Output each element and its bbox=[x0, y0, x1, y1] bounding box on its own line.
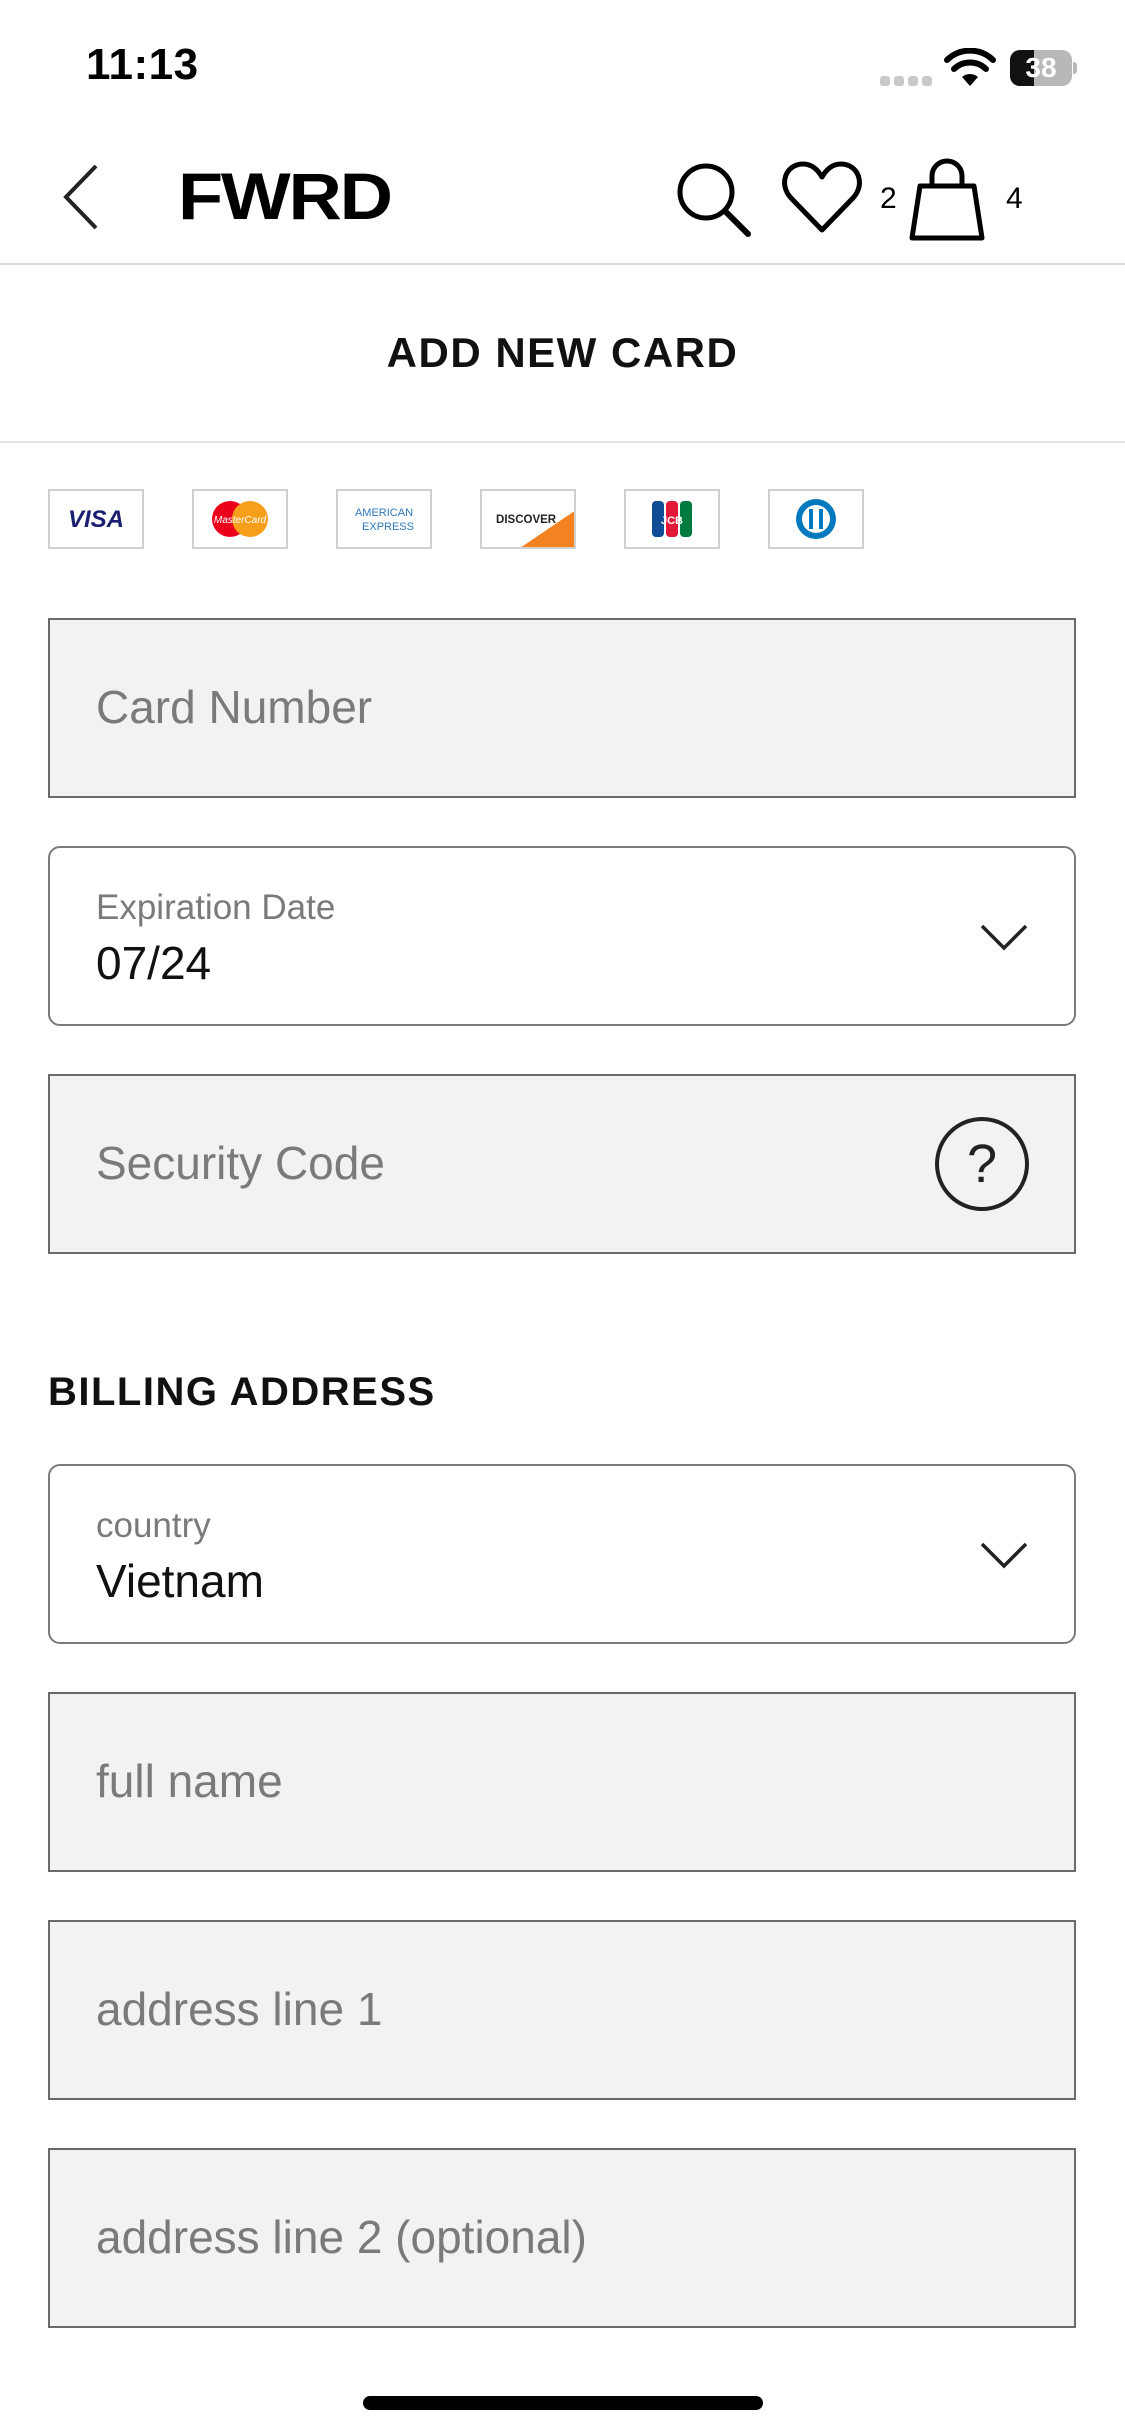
expiration-date-select[interactable]: Expiration Date 07/24 bbox=[48, 846, 1076, 1026]
wifi-icon bbox=[944, 48, 996, 86]
full-name-placeholder: full name bbox=[96, 1755, 283, 1807]
status-time: 11:13 bbox=[86, 40, 199, 89]
chevron-down-icon bbox=[980, 1542, 1028, 1569]
full-name-field[interactable]: full name bbox=[48, 1692, 1076, 1872]
address-line-2-placeholder: address line 2 (optional) bbox=[96, 2211, 587, 2263]
svg-text:VISA: VISA bbox=[68, 506, 124, 533]
address-line-1-field[interactable]: address line 1 bbox=[48, 1920, 1076, 2100]
country-select[interactable]: country Vietnam bbox=[48, 1464, 1076, 1644]
shopping-bag-icon[interactable] bbox=[908, 156, 986, 242]
wishlist-count: 2 bbox=[880, 182, 897, 215]
battery-icon: 38 bbox=[1010, 50, 1077, 86]
security-code-placeholder: Security Code bbox=[96, 1137, 385, 1189]
jcb-logo: JCB bbox=[624, 489, 720, 549]
svg-text:JCB: JCB bbox=[661, 515, 683, 527]
svg-text:AMERICAN: AMERICAN bbox=[355, 507, 413, 519]
address-line-1-placeholder: address line 1 bbox=[96, 1983, 383, 2035]
country-label: country bbox=[96, 1506, 211, 1545]
diners-club-logo bbox=[768, 489, 864, 549]
page-title: ADD NEW CARD bbox=[386, 329, 739, 376]
country-value: Vietnam bbox=[96, 1555, 264, 1607]
chevron-down-icon bbox=[980, 924, 1028, 951]
svg-text:DISCOVER: DISCOVER bbox=[496, 514, 557, 526]
nav-bar: FWRD 2 4 bbox=[0, 130, 1125, 265]
svg-text:MasterCard: MasterCard bbox=[214, 515, 267, 526]
visa-logo: VISA bbox=[48, 489, 144, 549]
expiration-date-value: 07/24 bbox=[96, 937, 212, 989]
bag-count: 4 bbox=[1006, 182, 1023, 215]
home-indicator[interactable] bbox=[363, 2396, 763, 2410]
page-header: ADD NEW CARD bbox=[0, 267, 1125, 443]
discover-logo: DISCOVER bbox=[480, 489, 576, 549]
brand-logo[interactable]: FWRD bbox=[178, 158, 393, 234]
card-number-field[interactable]: Card Number bbox=[48, 618, 1076, 798]
back-arrow-icon[interactable] bbox=[58, 162, 108, 232]
search-icon[interactable] bbox=[674, 160, 752, 238]
help-icon[interactable]: ? bbox=[934, 1116, 1030, 1212]
cellular-signal-icon bbox=[880, 74, 932, 86]
mastercard-logo: MasterCard bbox=[192, 489, 288, 549]
svg-text:?: ? bbox=[967, 1134, 997, 1194]
security-code-field[interactable]: Security Code ? bbox=[48, 1074, 1076, 1254]
billing-address-title: BILLING ADDRESS bbox=[48, 1370, 436, 1414]
expiration-date-label: Expiration Date bbox=[96, 888, 336, 927]
card-number-placeholder: Card Number bbox=[96, 681, 373, 733]
status-bar: 11:13 38 bbox=[0, 0, 1125, 130]
heart-icon[interactable] bbox=[782, 160, 862, 236]
american-express-logo: AMERICAN EXPRESS bbox=[336, 489, 432, 549]
battery-percent: 38 bbox=[1025, 52, 1057, 83]
svg-text:EXPRESS: EXPRESS bbox=[362, 521, 414, 533]
address-line-2-field[interactable]: address line 2 (optional) bbox=[48, 2148, 1076, 2328]
